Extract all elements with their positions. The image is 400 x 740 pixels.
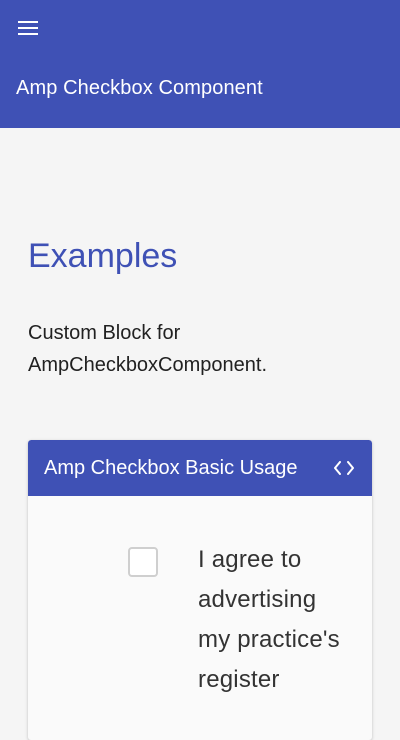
agree-checkbox-label[interactable]: I agree to advertising my practice's reg… [198,540,348,700]
example-card-title: Amp Checkbox Basic Usage [44,457,298,479]
agree-checkbox[interactable] [128,547,158,577]
app-title: Amp Checkbox Component [16,77,263,99]
app-header: Amp Checkbox Component [0,0,400,128]
code-toggle-button[interactable] [332,458,356,478]
example-card-header: Amp Checkbox Basic Usage [28,440,372,496]
hamburger-menu-icon [18,21,38,35]
code-brackets-icon [334,461,354,475]
menu-button[interactable] [12,12,44,44]
section-description: Custom Block for AmpCheckboxComponent. [28,322,268,376]
example-card: Amp Checkbox Basic Usage I agree to adve… [28,440,372,740]
section-heading: Examples [28,237,178,275]
